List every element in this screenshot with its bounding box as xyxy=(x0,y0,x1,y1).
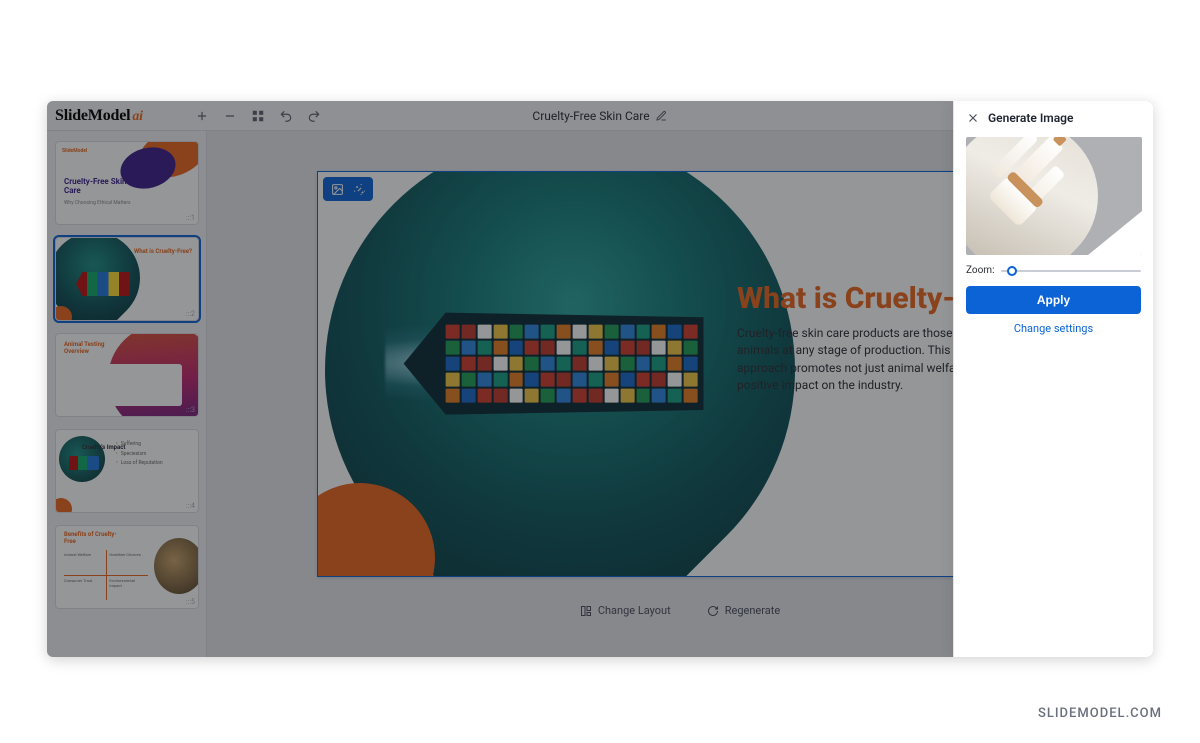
doc-title: Cruelty-Free Skin Care xyxy=(532,109,649,123)
replace-image-button[interactable] xyxy=(329,181,345,197)
thumb1-subtitle: Why Choosing Ethical Matters xyxy=(64,200,131,206)
thumb2-title: What is Cruelty-Free? xyxy=(134,248,192,255)
panel-title: Generate Image xyxy=(988,111,1073,125)
edit-title-icon xyxy=(656,110,668,122)
undo-button[interactable] xyxy=(277,107,295,125)
slide-thumb-3[interactable]: Animal Testing Overview :::3 xyxy=(55,333,199,417)
thumb4-item-2: Speciesism xyxy=(116,450,192,460)
thumb5-cell-bl: Consumer Trust xyxy=(64,578,92,583)
thumb5-cell-tr: Healthier Choices xyxy=(109,552,140,557)
apply-button[interactable]: Apply xyxy=(966,286,1141,314)
app-logo-accent: ai xyxy=(132,109,143,124)
thumb4-item-1: Suffering xyxy=(116,440,192,450)
add-slide-button[interactable] xyxy=(193,107,211,125)
refresh-icon xyxy=(707,605,719,617)
generate-image-panel: Generate Image Zoom: Apply Change settin… xyxy=(953,101,1153,657)
slide-thumb-2[interactable]: What is Cruelty-Free? :::2 xyxy=(55,237,199,321)
regenerate-button[interactable]: Regenerate xyxy=(707,604,780,617)
slide-thumb-1[interactable]: SlideModel Cruelty-Free Skin Care Why Ch… xyxy=(55,141,199,225)
zoom-label: Zoom: xyxy=(966,265,995,276)
zoom-slider-thumb[interactable] xyxy=(1007,266,1017,276)
thumb3-title: Animal Testing Overview xyxy=(64,342,112,355)
floating-image-toolbar xyxy=(323,177,373,201)
app-logo: SlideModelai xyxy=(55,107,143,125)
zoom-control: Zoom: xyxy=(966,265,1141,276)
grid-view-button[interactable] xyxy=(249,107,267,125)
regenerate-label: Regenerate xyxy=(725,604,780,617)
slide-thumbnail-rail: SlideModel Cruelty-Free Skin Care Why Ch… xyxy=(47,131,207,657)
thumb5-cell-tl: Animal Welfare xyxy=(64,552,91,557)
slide-body-text: Cruelty-free skin care products are thos… xyxy=(737,325,957,395)
thumb1-title: Cruelty-Free Skin Care xyxy=(64,178,134,196)
thumb5-cell-br: Environmental Impact xyxy=(109,578,148,588)
doc-title-wrap[interactable]: Cruelty-Free Skin Care xyxy=(532,109,667,123)
watermark: SLIDEMODEL.COM xyxy=(1038,706,1162,721)
remove-slide-button[interactable] xyxy=(221,107,239,125)
layout-icon xyxy=(580,605,592,617)
close-panel-button[interactable] xyxy=(966,111,980,125)
app-frame: SlideModelai Cruelty-Free Skin Care Save… xyxy=(47,101,1153,657)
redo-button[interactable] xyxy=(305,107,323,125)
thumb5-title: Benefits of Cruelty-Free xyxy=(64,532,118,545)
image-preview[interactable] xyxy=(966,137,1142,255)
thumb1-logo: SlideModel xyxy=(62,148,87,154)
slide-thumb-5[interactable]: Benefits of Cruelty-Free Animal Welfare … xyxy=(55,525,199,609)
zoom-slider[interactable] xyxy=(1001,270,1142,272)
app-logo-text: SlideModel xyxy=(55,107,130,124)
active-slide[interactable]: What is Cruelty- Cruelty-free skin care … xyxy=(317,171,957,577)
panel-header: Generate Image xyxy=(966,111,1141,125)
slide-title: What is Cruelty- xyxy=(737,281,955,316)
slide-thumb-4[interactable]: Cruelty's Impact Suffering Speciesism Lo… xyxy=(55,429,199,513)
change-settings-link[interactable]: Change settings xyxy=(966,322,1141,335)
change-layout-label: Change Layout xyxy=(598,604,671,617)
thumb4-list: Suffering Speciesism Loss of Reputation xyxy=(116,440,192,469)
ship-illustration xyxy=(403,305,703,421)
thumb4-item-3: Loss of Reputation xyxy=(116,459,192,469)
toolbar-left-group xyxy=(193,107,323,125)
change-layout-button[interactable]: Change Layout xyxy=(580,604,671,617)
ai-generate-image-button[interactable] xyxy=(351,181,367,197)
